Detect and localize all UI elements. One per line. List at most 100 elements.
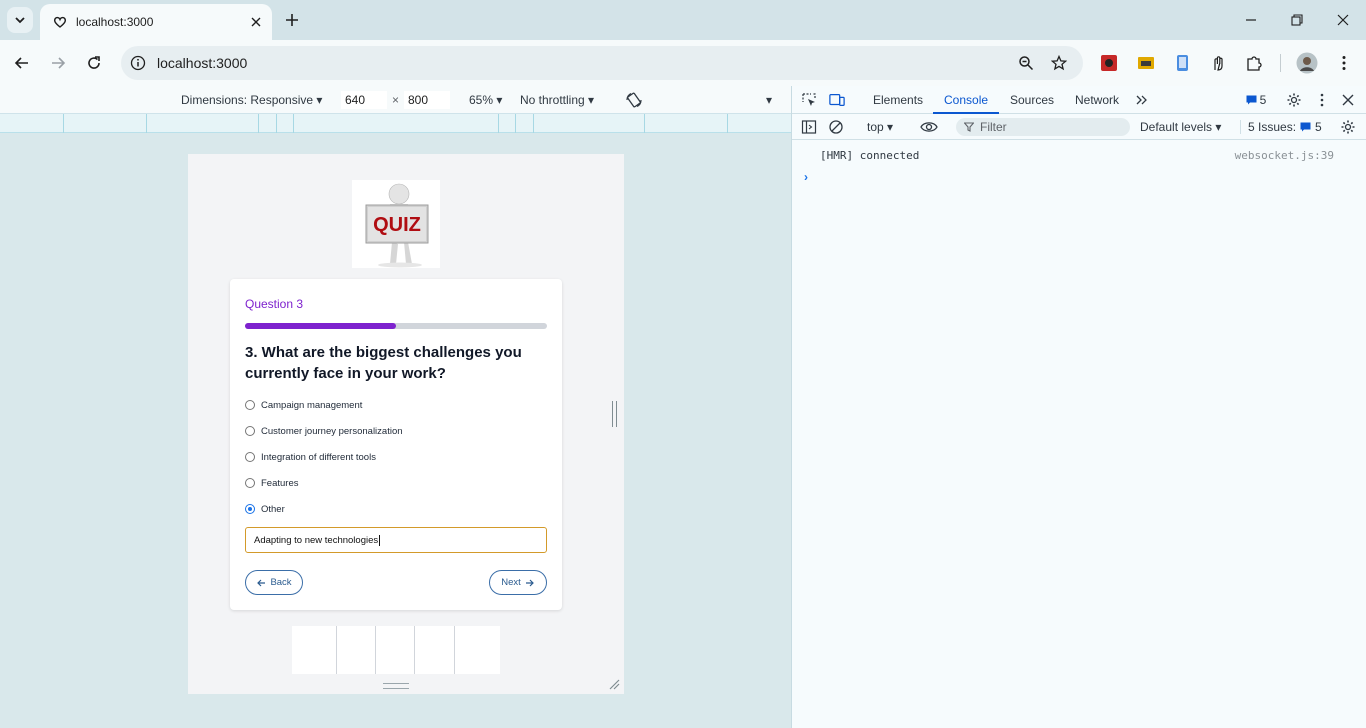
more-options-caret-icon[interactable]: ▾ [766,93,772,107]
tab-network[interactable]: Network [1075,93,1119,107]
device-height-input[interactable] [404,91,450,109]
new-tab-button[interactable] [282,10,302,30]
option-label: Other [261,503,285,515]
tab-sources[interactable]: Sources [1010,93,1054,107]
dimension-separator: × [392,93,400,107]
settings-gear-icon[interactable] [1286,92,1302,108]
arrow-left-icon [14,57,28,69]
log-levels-dropdown[interactable]: Default levels ▾ [1140,120,1221,134]
corner-resize-handle[interactable] [608,678,620,690]
throttling-dropdown[interactable]: No throttling ▾ [520,93,594,107]
back-button[interactable] [11,52,33,74]
plus-icon [286,14,298,26]
rotate-icon[interactable] [625,91,643,112]
radio-button[interactable] [245,400,255,410]
dimensions-label: Dimensions: Responsive [181,93,314,107]
extension-hand-icon[interactable] [1208,53,1228,73]
messages-badge[interactable]: 5 [1243,92,1269,108]
option-campaign-management[interactable]: Campaign management [245,398,362,412]
bookmark-star-icon[interactable] [1050,54,1068,72]
forward-button[interactable] [47,52,69,74]
text-caret [379,534,381,546]
extensions-puzzle-icon[interactable] [1244,53,1264,73]
throttling-label: No throttling [520,93,585,107]
bottom-resize-handle[interactable] [383,683,409,689]
issues-count: 5 [1315,120,1322,134]
live-expression-eye-icon[interactable] [919,119,939,135]
issues-counter[interactable]: 5 Issues: 5 [1248,120,1322,134]
thumbnail [415,626,455,674]
progress-bar [245,323,547,329]
filter-icon [964,122,974,132]
extension-red-icon[interactable] [1099,53,1119,73]
more-tabs-icon[interactable] [1134,92,1150,108]
close-tab-icon[interactable] [248,14,264,30]
radio-button[interactable] [245,452,255,462]
other-input-value: Adapting to new technologies [254,534,379,546]
zoom-dropdown[interactable]: 65% ▾ [469,93,502,107]
next-button[interactable]: Next [489,570,547,595]
thumbnail-strip [292,626,500,674]
device-width-input[interactable] [341,91,387,109]
console-toolbar: top ▾ Filter Default levels ▾ 5 Issues: … [792,114,1366,140]
console-message-source-link[interactable]: websocket.js:39 [1235,149,1334,162]
minimize-button[interactable] [1240,9,1262,31]
device-toolbar: Dimensions: Responsive ▾ × 65% ▾ No thro… [0,86,791,114]
tab-search-button[interactable] [7,7,33,33]
tab-elements[interactable]: Elements [873,93,923,107]
radio-button[interactable] [245,478,255,488]
extension-folder-icon[interactable] [1136,53,1156,73]
radio-button-selected[interactable] [245,504,255,514]
browser-menu-icon[interactable] [1334,53,1354,73]
arrow-right-icon [52,57,66,69]
option-features[interactable]: Features [245,476,299,490]
back-label: Back [270,577,292,588]
restore-button[interactable] [1286,9,1308,31]
sidebar-toggle-icon[interactable] [801,119,817,135]
right-resize-handle[interactable] [612,401,617,427]
inspect-element-icon[interactable] [801,92,817,108]
option-label: Campaign management [261,399,363,411]
question-number-label: Question 3 [245,297,304,311]
thumbnail [337,626,376,674]
radio-button[interactable] [245,426,255,436]
next-label: Next [501,577,521,588]
zoom-icon[interactable] [1017,54,1035,72]
thumbnail [455,626,500,674]
filter-placeholder: Filter [980,120,1007,134]
dropdown-caret-icon: ▾ [316,93,323,107]
option-customer-journey[interactable]: Customer journey personalization [245,424,403,438]
devtools-tab-bar: Elements Console Sources Network 5 [792,86,1366,114]
back-button-quiz[interactable]: Back [245,570,303,595]
site-info-icon[interactable] [129,54,147,72]
other-text-input[interactable]: Adapting to new technologies [245,527,547,553]
close-devtools-icon[interactable] [1340,92,1356,108]
question-title: 3. What are the biggest challenges you c… [245,344,522,382]
address-bar[interactable]: localhost:3000 [121,46,1083,80]
extension-blue-icon[interactable] [1172,53,1192,73]
devtools-menu-icon[interactable] [1314,92,1330,108]
browser-tab[interactable]: localhost:3000 [40,4,272,40]
dropdown-caret-icon: ▾ [1215,120,1222,134]
context-dropdown[interactable]: top ▾ [867,120,893,134]
option-integration-tools[interactable]: Integration of different tools [245,450,376,464]
option-other[interactable]: Other [245,502,285,516]
tab-console[interactable]: Console [944,93,988,107]
devtools-panel: Elements Console Sources Network 5 top ▾ [791,86,1366,728]
reload-button[interactable] [83,52,105,74]
clear-console-icon[interactable] [828,119,844,135]
device-toggle-icon[interactable] [829,92,845,108]
quiz-illustration: QUIZ [352,180,440,268]
message-icon [1300,122,1311,132]
close-window-button[interactable] [1332,9,1354,31]
progress-fill [245,323,396,329]
tab-title: localhost:3000 [76,15,154,29]
arrow-right-icon [525,579,534,586]
dimensions-dropdown[interactable]: Dimensions: Responsive ▾ [181,93,322,107]
profile-avatar[interactable] [1296,52,1318,74]
console-settings-gear-icon[interactable] [1340,119,1356,135]
message-icon [1246,95,1257,105]
console-prompt-chevron-icon[interactable]: › [804,170,808,184]
console-filter-input[interactable]: Filter [956,118,1130,136]
thumbnail [292,626,337,674]
